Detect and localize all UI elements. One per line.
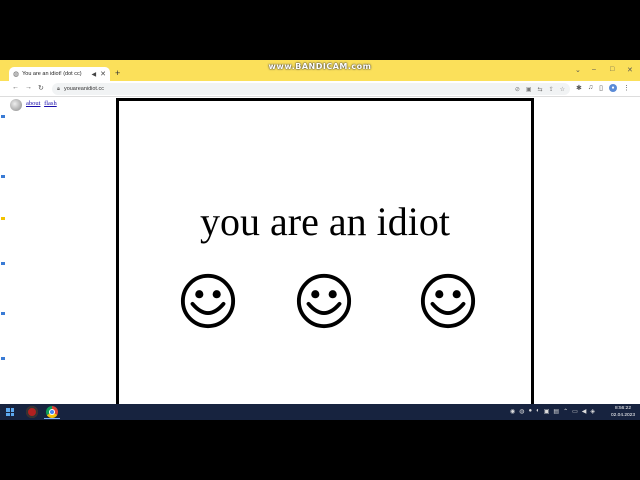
edge-marker	[1, 312, 5, 315]
flash-link[interactable]: flash	[44, 100, 57, 107]
forward-button[interactable]: →	[25, 84, 32, 91]
edge-marker	[1, 357, 5, 360]
tab-title: You are an idiot! (dot cc)	[22, 71, 82, 77]
clock-time: 8:56:22	[614, 406, 631, 411]
translate-icon[interactable]: ⇆	[538, 86, 543, 93]
popup-blocked-icon[interactable]: ⊘	[515, 86, 520, 93]
network-icon[interactable]: ▭	[572, 408, 578, 415]
reload-button[interactable]: ↻	[38, 84, 44, 92]
about-link[interactable]: about	[26, 100, 40, 107]
media-icon[interactable]: ♫	[588, 84, 593, 92]
tray-app-icon[interactable]: ▣	[544, 408, 550, 415]
speaker-icon[interactable]: ◀	[92, 71, 97, 78]
bandicam-record-icon[interactable]	[26, 406, 38, 418]
edge-marker	[1, 175, 5, 178]
tray-app-icon[interactable]: ◐	[536, 408, 540, 415]
chrome-icon[interactable]	[46, 406, 58, 418]
spinning-orb-image	[10, 99, 22, 111]
system-tray: ◉ ◍ ● ◐ ▣ ▤ ⌃ ▭ ◀ ◈	[510, 408, 595, 415]
omnibox-icons: ⊘ ▣ ⇆ ⇪ ☆	[515, 86, 565, 93]
edge-marker	[1, 262, 5, 265]
smiley-face-icon	[296, 273, 352, 329]
screen: www.BANDICAM.com ◍ You are an idiot! (do…	[0, 60, 640, 420]
globe-icon: ◍	[13, 71, 20, 78]
profile-avatar[interactable]: ●	[608, 84, 617, 92]
clock-date: 02.04.2023	[610, 413, 635, 418]
web-page: about flash you are an idiot	[0, 97, 640, 418]
tray-app-icon[interactable]: ●	[529, 408, 533, 415]
volume-icon[interactable]: ◀	[582, 408, 587, 415]
smiley-face-icon	[420, 273, 476, 329]
taskbar-clock[interactable]: 8:56:22 02.04.2023	[608, 405, 638, 419]
share-icon[interactable]: ⇪	[549, 86, 554, 93]
bandicam-watermark: www.BANDICAM.com	[268, 62, 372, 71]
edge-marker	[1, 115, 5, 118]
toolbar-right: ✱ ♫ ▯ ● ⋮	[576, 84, 630, 92]
tray-app-icon[interactable]: ◍	[519, 408, 524, 415]
browser-toolbar: ← → ↻ 🔒︎ youareanidiot.cc ⊘ ▣ ⇆ ⇪ ☆ ✱ ♫ …	[0, 81, 640, 97]
language-icon[interactable]: ◈	[590, 408, 595, 415]
extensions-icon[interactable]: ✱	[576, 84, 582, 92]
address-bar[interactable]: 🔒︎ youareanidiot.cc ⊘ ▣ ⇆ ⇪ ☆	[52, 83, 570, 95]
star-icon[interactable]: ☆	[560, 86, 565, 93]
message-frame: you are an idiot	[116, 98, 534, 418]
smiley-face-icon	[180, 273, 236, 329]
taskbar: ◉ ◍ ● ◐ ▣ ▤ ⌃ ▭ ◀ ◈ 8:56:22 02.04.2023	[0, 404, 640, 420]
left-edge-widgets	[0, 97, 8, 404]
menu-icon[interactable]: ⋮	[623, 84, 630, 92]
url-text[interactable]: youareanidiot.cc	[64, 86, 515, 92]
page-links: about flash	[26, 100, 59, 107]
chevron-up-icon[interactable]: ⌃	[563, 408, 568, 415]
tray-app-icon[interactable]: ▤	[553, 408, 559, 415]
active-app-indicator	[44, 418, 60, 419]
tray-app-icon[interactable]: ◉	[510, 408, 515, 415]
close-tab-icon[interactable]: ✕	[100, 70, 106, 78]
edge-marker	[1, 217, 5, 220]
windows-start-icon[interactable]	[6, 408, 14, 416]
lock-icon[interactable]: 🔒︎	[57, 86, 60, 93]
side-panel-icon[interactable]: ▯	[599, 84, 603, 92]
back-button[interactable]: ←	[12, 84, 19, 91]
camera-icon[interactable]: ▣	[526, 86, 532, 93]
page-headline: you are an idiot	[200, 199, 450, 244]
